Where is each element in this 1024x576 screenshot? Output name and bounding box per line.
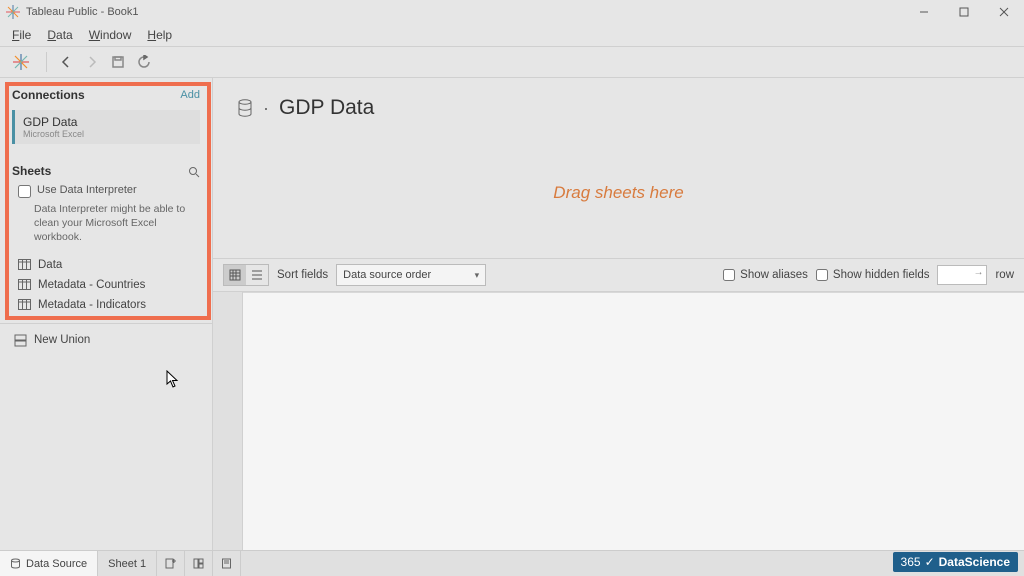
rows-input[interactable]	[937, 265, 987, 285]
tableau-logo-icon	[12, 53, 30, 71]
sheet-label: Data	[38, 259, 62, 271]
toolbar	[0, 46, 1024, 78]
minimize-button[interactable]	[904, 0, 944, 24]
connection-source: Microsoft Excel	[23, 129, 192, 139]
table-icon	[18, 299, 31, 310]
view-toggle	[223, 264, 269, 286]
new-worksheet-icon	[165, 558, 176, 569]
grid-gutter	[213, 292, 243, 550]
watermark-brand: DataScience	[939, 555, 1010, 569]
table-icon	[18, 259, 31, 270]
refresh-button[interactable]	[131, 49, 157, 75]
connections-title: Connections	[12, 88, 85, 102]
new-story-icon	[221, 558, 232, 569]
grid-icon	[229, 269, 241, 281]
separator-dot: ·	[263, 98, 269, 119]
app-window: Tableau Public - Book1 File Data Window …	[0, 0, 1024, 576]
database-icon	[237, 99, 253, 117]
datasource-title[interactable]: GDP Data	[279, 96, 374, 120]
show-hidden-input[interactable]	[816, 269, 828, 281]
menu-file[interactable]: File	[4, 26, 39, 44]
list-icon	[251, 269, 263, 281]
maximize-button[interactable]	[944, 0, 984, 24]
show-aliases-checkbox[interactable]: Show aliases	[723, 269, 808, 281]
union-icon	[14, 334, 27, 347]
close-button[interactable]	[984, 0, 1024, 24]
titlebar: Tableau Public - Book1	[0, 0, 1024, 24]
datasource-tab-icon	[10, 558, 21, 569]
interpreter-label: Use Data Interpreter	[37, 184, 137, 196]
save-button[interactable]	[105, 49, 131, 75]
sort-fields-label: Sort fields	[277, 269, 328, 281]
sort-fields-value: Data source order	[343, 269, 431, 281]
list-view-button[interactable]	[246, 265, 268, 285]
search-icon[interactable]	[188, 165, 200, 177]
tab-sheet1-label: Sheet 1	[108, 558, 146, 570]
rows-label: row	[995, 269, 1014, 281]
connection-name: GDP Data	[23, 115, 192, 129]
watermark-check-icon: ✓	[925, 555, 935, 569]
new-dashboard-button[interactable]	[185, 551, 213, 576]
data-grid	[213, 292, 1024, 550]
tab-sheet1[interactable]: Sheet 1	[98, 551, 157, 576]
sort-fields-select[interactable]: Data source order	[336, 264, 486, 286]
connections-panel: Connections Add GDP Data Microsoft Excel	[0, 78, 212, 156]
show-aliases-input[interactable]	[723, 269, 735, 281]
interpreter-checkbox-input[interactable]	[18, 185, 31, 198]
new-union-label: New Union	[34, 334, 90, 346]
grid-view-button[interactable]	[224, 265, 246, 285]
new-worksheet-button[interactable]	[157, 551, 185, 576]
drop-hint: Drag sheets here	[553, 183, 683, 203]
sidebar: Connections Add GDP Data Microsoft Excel…	[0, 78, 213, 550]
grid-body[interactable]	[243, 292, 1024, 550]
menu-window[interactable]: Window	[81, 26, 140, 44]
sheet-item[interactable]: Metadata - Countries	[16, 275, 196, 295]
forward-button[interactable]	[79, 49, 105, 75]
watermark: 365 ✓ DataScience	[893, 552, 1018, 572]
use-data-interpreter-checkbox[interactable]: Use Data Interpreter	[18, 184, 200, 198]
new-story-button[interactable]	[213, 551, 241, 576]
sheets-panel: Sheets Use Data Interpreter Data Interpr…	[0, 156, 212, 323]
drop-zone[interactable]: Drag sheets here	[213, 128, 1024, 258]
menu-help[interactable]: Help	[139, 26, 180, 44]
rows-input-wrap	[937, 265, 987, 285]
main: Connections Add GDP Data Microsoft Excel…	[0, 78, 1024, 550]
back-button[interactable]	[53, 49, 79, 75]
canvas: · GDP Data Drag sheets here Sort fields	[213, 78, 1024, 550]
connection-item[interactable]: GDP Data Microsoft Excel	[12, 110, 200, 144]
datasource-header: · GDP Data	[213, 78, 1024, 128]
show-hidden-checkbox[interactable]: Show hidden fields	[816, 269, 930, 281]
table-icon	[18, 279, 31, 290]
sheets-title: Sheets	[12, 164, 51, 178]
show-hidden-label: Show hidden fields	[833, 269, 930, 281]
window-title: Tableau Public - Book1	[26, 6, 139, 18]
tab-datasource-label: Data Source	[26, 558, 87, 570]
show-aliases-label: Show aliases	[740, 269, 808, 281]
menubar: File Data Window Help	[0, 24, 1024, 46]
sheet-item[interactable]: Metadata - Indicators	[16, 295, 196, 315]
fields-toolbar: Sort fields Data source order Show alias…	[213, 258, 1024, 292]
watermark-prefix: 365	[901, 555, 921, 569]
new-dashboard-icon	[193, 558, 204, 569]
sheet-label: Metadata - Indicators	[38, 299, 146, 311]
tab-datasource[interactable]: Data Source	[0, 551, 98, 576]
sheet-label: Metadata - Countries	[38, 279, 145, 291]
sheet-list: Data Metadata - Countries Metadata - Ind…	[12, 255, 200, 315]
add-connection-link[interactable]: Add	[180, 89, 200, 101]
bottom-tabs: Data Source Sheet 1	[0, 550, 1024, 576]
interpreter-help-text: Data Interpreter might be able to clean …	[34, 202, 194, 245]
sheet-item[interactable]: Data	[16, 255, 196, 275]
menu-data[interactable]: Data	[39, 26, 80, 44]
tableau-logo-icon	[6, 5, 20, 19]
new-union-button[interactable]: New Union	[0, 323, 212, 357]
